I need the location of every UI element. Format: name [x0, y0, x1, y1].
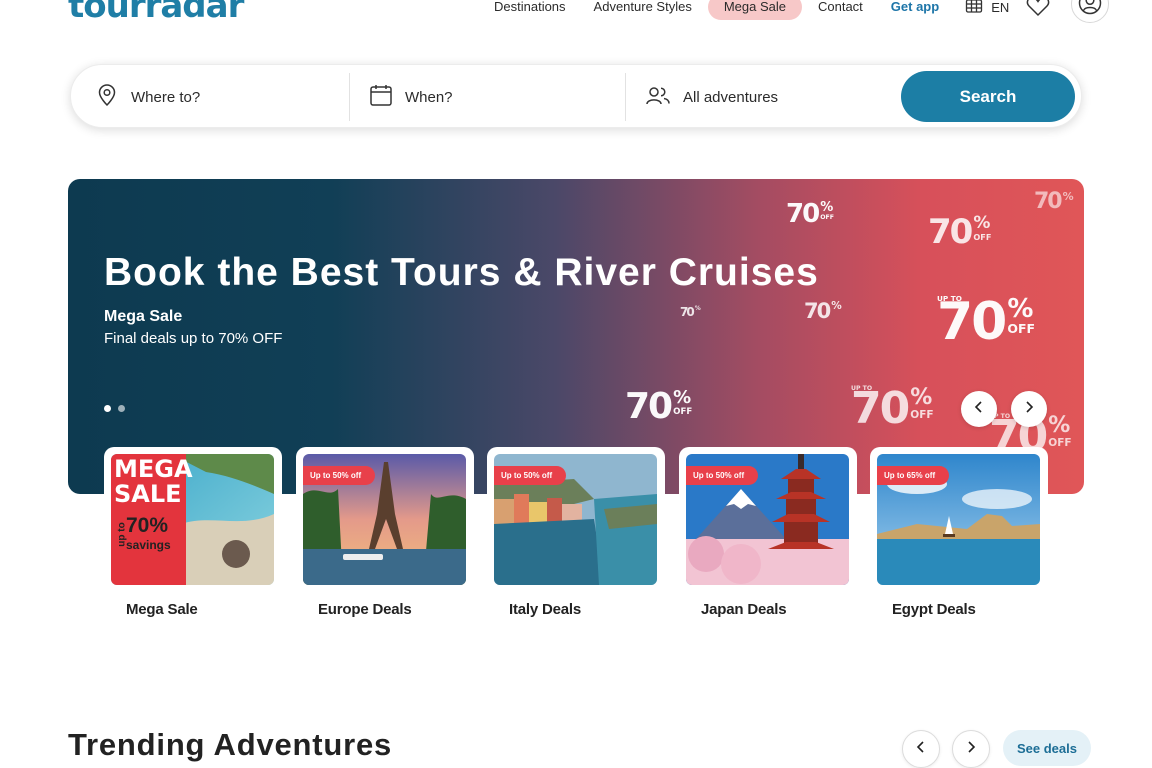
- percent-text: 70%: [126, 514, 169, 537]
- see-deals-button[interactable]: See deals: [1003, 730, 1091, 766]
- deal-label-egypt[interactable]: Egypt Deals: [892, 601, 976, 618]
- discount-badge: Up to 65% off: [877, 466, 950, 485]
- savings-text: savings: [126, 538, 171, 552]
- deal-label-europe[interactable]: Europe Deals: [318, 601, 412, 618]
- deal-card-egypt[interactable]: Up to 65% off: [870, 447, 1048, 593]
- promo-stamp: 70% OFF: [625, 386, 693, 427]
- where-label: Where to?: [131, 88, 201, 106]
- language-label: EN: [991, 0, 1010, 15]
- chevron-left-icon: [915, 740, 927, 759]
- nav-get-app[interactable]: Get app: [877, 0, 953, 20]
- upto-text: up to: [116, 522, 128, 547]
- promo-stamp: UP TO 70% OFF: [937, 292, 1036, 352]
- carousel-dot[interactable]: [118, 405, 125, 412]
- account-button[interactable]: [1071, 0, 1110, 23]
- mega-text: MEGA: [114, 455, 193, 483]
- tourradar-logo[interactable]: tourradar: [68, 0, 244, 26]
- sale-text: SALE: [114, 480, 182, 508]
- calendar-icon: [369, 83, 405, 111]
- deal-label-japan[interactable]: Japan Deals: [701, 601, 787, 618]
- search-divider: [625, 73, 626, 121]
- language-selector[interactable]: EN: [953, 0, 1021, 18]
- deal-label-italy[interactable]: Italy Deals: [509, 601, 581, 618]
- promo-stamp: 70%: [804, 299, 842, 323]
- hero-title: Book the Best Tours & River Cruises: [104, 251, 819, 294]
- chevron-right-icon: [965, 740, 977, 759]
- nav-mega-sale[interactable]: Mega Sale: [707, 0, 802, 20]
- japan-image: Up to 50% off: [686, 454, 849, 585]
- user-icon: [1078, 0, 1102, 18]
- heart-icon: [1026, 0, 1050, 20]
- search-divider: [349, 73, 350, 121]
- deal-card-italy[interactable]: Up to 50% off: [487, 447, 665, 593]
- trending-next-button[interactable]: [952, 730, 990, 768]
- top-nav: Destinations Adventure Styles Mega Sale …: [480, 0, 1110, 23]
- mega-sale-image: MEGA SALE up to 70% savings: [111, 454, 274, 585]
- people-icon: [645, 83, 683, 111]
- nav-adventure-styles[interactable]: Adventure Styles: [580, 0, 706, 20]
- adventure-type-label: All adventures: [683, 88, 779, 106]
- trending-prev-button[interactable]: [902, 730, 940, 768]
- discount-badge: Up to 50% off: [303, 466, 376, 485]
- when-label: When?: [405, 88, 453, 106]
- trending-title: Trending Adventures: [68, 727, 393, 762]
- europe-image: Up to 50% off: [303, 454, 466, 585]
- when-field[interactable]: When?: [369, 65, 453, 129]
- promo-stamp: 70% OFF: [928, 212, 992, 252]
- wishlist-button[interactable]: [1025, 0, 1051, 20]
- carousel-dot[interactable]: [104, 405, 111, 412]
- promo-stamp: UP TO 70% OFF: [851, 383, 934, 434]
- discount-badge: Up to 50% off: [494, 466, 567, 485]
- adventure-type-field[interactable]: All adventures: [645, 65, 778, 129]
- deal-card-japan[interactable]: Up to 50% off: [679, 447, 857, 593]
- search-button[interactable]: Search: [901, 71, 1075, 122]
- globe-icon: [965, 0, 983, 18]
- where-field[interactable]: Where to?: [95, 65, 200, 129]
- promo-stamp: 70%: [680, 305, 701, 319]
- nav-destinations[interactable]: Destinations: [480, 0, 580, 20]
- chevron-left-icon: [973, 400, 985, 419]
- deal-card-europe[interactable]: Up to 50% off: [296, 447, 474, 593]
- hero-text: Final deals up to 70% OFF: [104, 330, 283, 347]
- chevron-right-icon: [1023, 400, 1035, 419]
- search-bar: Where to? When? All adventures Search: [70, 64, 1082, 128]
- nav-contact[interactable]: Contact: [804, 0, 877, 20]
- location-pin-icon: [95, 83, 131, 111]
- egypt-image: Up to 65% off: [877, 454, 1040, 585]
- hero-prev-button[interactable]: [961, 391, 997, 427]
- promo-stamp: 70%: [1034, 189, 1074, 214]
- deal-card-mega-sale[interactable]: MEGA SALE up to 70% savings: [104, 447, 282, 593]
- discount-badge: Up to 50% off: [686, 466, 759, 485]
- italy-image: Up to 50% off: [494, 454, 657, 585]
- carousel-dots: [104, 405, 125, 412]
- hero-next-button[interactable]: [1011, 391, 1047, 427]
- promo-stamp: 70% OFF: [786, 199, 835, 229]
- hero-subtitle: Mega Sale: [104, 308, 183, 325]
- deal-label-mega-sale[interactable]: Mega Sale: [126, 601, 198, 618]
